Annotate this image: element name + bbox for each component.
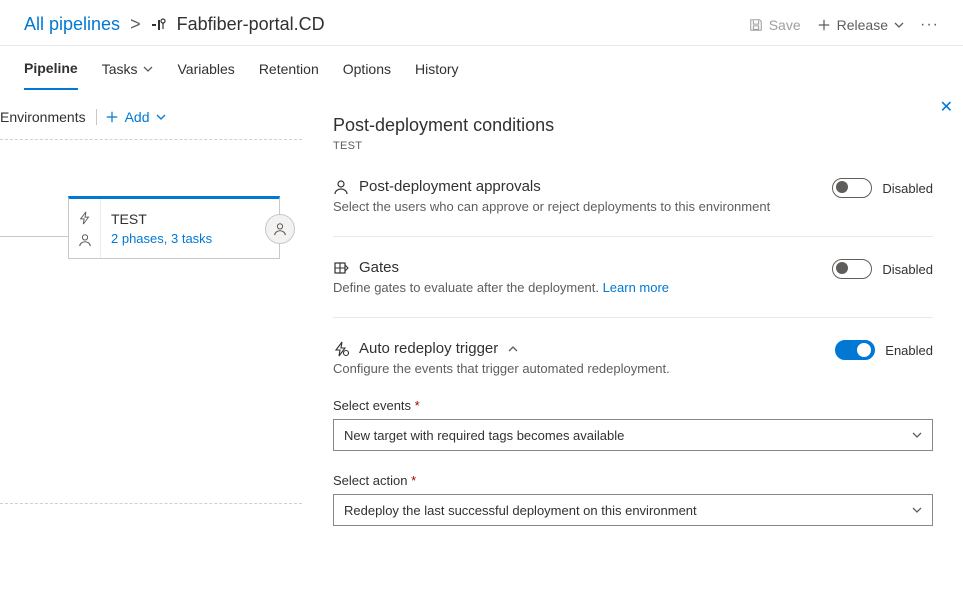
select-events-field: Select events * New target with required…: [333, 398, 933, 451]
redeploy-header[interactable]: Auto redeploy trigger: [333, 340, 823, 357]
environments-column: Environments Add: [0, 91, 302, 584]
redeploy-toggle[interactable]: [835, 340, 875, 360]
select-events-value: New target with required tags becomes av…: [344, 428, 624, 443]
environment-tasks-link[interactable]: 2 phases, 3 tasks: [111, 231, 269, 246]
add-label: Add: [125, 109, 150, 125]
select-action-dropdown[interactable]: Redeploy the last successful deployment …: [333, 494, 933, 526]
save-icon: [749, 18, 763, 32]
plus-icon: [105, 110, 119, 124]
redeploy-section: Auto redeploy trigger Configure the even…: [333, 317, 933, 376]
post-conditions-handle[interactable]: [265, 214, 295, 244]
environment-card[interactable]: TEST 2 phases, 3 tasks: [68, 196, 280, 259]
approvals-description: Select the users who can approve or reje…: [333, 199, 820, 214]
approvals-section: Post-deployment approvals Select the use…: [333, 178, 933, 214]
pipeline-name[interactable]: Fabfiber-portal.CD: [177, 14, 325, 35]
redeploy-toggle-label: Enabled: [885, 343, 933, 358]
release-label: Release: [837, 17, 888, 33]
environment-card-body: TEST 2 phases, 3 tasks: [101, 199, 279, 258]
chevron-down-icon: [894, 20, 904, 30]
environments-header: Environments Add: [0, 91, 302, 140]
save-label: Save: [769, 17, 801, 33]
connector-line: [0, 236, 68, 237]
person-icon: [273, 222, 287, 236]
pipeline-icon: [151, 17, 167, 33]
chevron-down-icon: [143, 64, 153, 74]
close-icon: ✕: [940, 99, 953, 116]
header-actions: Save Release ···: [749, 16, 939, 34]
gates-toggle-label: Disabled: [882, 262, 933, 277]
gates-description: Define gates to evaluate after the deplo…: [333, 280, 820, 295]
pre-conditions-handle[interactable]: [69, 199, 101, 258]
post-deployment-panel: ✕ Post-deployment conditions TEST Post-d…: [302, 91, 963, 584]
breadcrumb: All pipelines > Fabfiber-portal.CD: [24, 14, 325, 35]
tab-options[interactable]: Options: [343, 46, 391, 90]
environments-title: Environments: [0, 109, 97, 125]
tab-history[interactable]: History: [415, 46, 459, 90]
person-icon: [333, 179, 349, 195]
gates-section: Gates Define gates to evaluate after the…: [333, 236, 933, 295]
redeploy-icon: [333, 341, 349, 357]
breadcrumb-root[interactable]: All pipelines: [24, 14, 120, 35]
trigger-icon: [78, 211, 92, 225]
gates-title: Gates: [359, 259, 399, 276]
environment-name: TEST: [111, 211, 269, 227]
redeploy-description: Configure the events that trigger automa…: [333, 361, 823, 376]
approvals-title: Post-deployment approvals: [359, 178, 541, 195]
add-environment-button[interactable]: Add: [105, 109, 166, 125]
gates-toggle[interactable]: [832, 259, 872, 279]
gates-icon: [333, 260, 349, 276]
select-events-label: Select events *: [333, 398, 933, 413]
panel-title: Post-deployment conditions: [333, 115, 933, 136]
tab-variables[interactable]: Variables: [177, 46, 234, 90]
tab-tasks-label: Tasks: [102, 61, 138, 77]
chevron-down-icon: [912, 430, 922, 440]
select-action-value: Redeploy the last successful deployment …: [344, 503, 697, 518]
release-button[interactable]: Release: [817, 17, 904, 33]
chevron-down-icon: [912, 505, 922, 515]
divider: [0, 503, 302, 504]
plus-icon: [817, 18, 831, 32]
tabs-bar: Pipeline Tasks Variables Retention Optio…: [0, 46, 963, 91]
gates-learn-more-link[interactable]: Learn more: [603, 280, 669, 295]
approvals-toggle-label: Disabled: [882, 181, 933, 196]
tab-tasks[interactable]: Tasks: [102, 46, 154, 90]
select-action-label: Select action *: [333, 473, 933, 488]
header-bar: All pipelines > Fabfiber-portal.CD Save …: [0, 0, 963, 46]
more-actions-button[interactable]: ···: [920, 16, 939, 34]
save-button[interactable]: Save: [749, 17, 801, 33]
select-action-field: Select action * Redeploy the last succes…: [333, 473, 933, 526]
tab-pipeline[interactable]: Pipeline: [24, 46, 78, 90]
panel-subtitle: TEST: [333, 140, 933, 152]
main-content: Environments Add: [0, 91, 963, 584]
chevron-down-icon: [156, 112, 166, 122]
select-events-dropdown[interactable]: New target with required tags becomes av…: [333, 419, 933, 451]
environment-card-wrap: TEST 2 phases, 3 tasks: [0, 196, 302, 259]
close-panel-button[interactable]: ✕: [940, 97, 953, 117]
chevron-up-icon: [508, 344, 518, 354]
redeploy-title: Auto redeploy trigger: [359, 340, 498, 357]
tab-retention[interactable]: Retention: [259, 46, 319, 90]
breadcrumb-separator: >: [130, 14, 141, 35]
approvals-toggle[interactable]: [832, 178, 872, 198]
person-icon: [78, 233, 92, 247]
